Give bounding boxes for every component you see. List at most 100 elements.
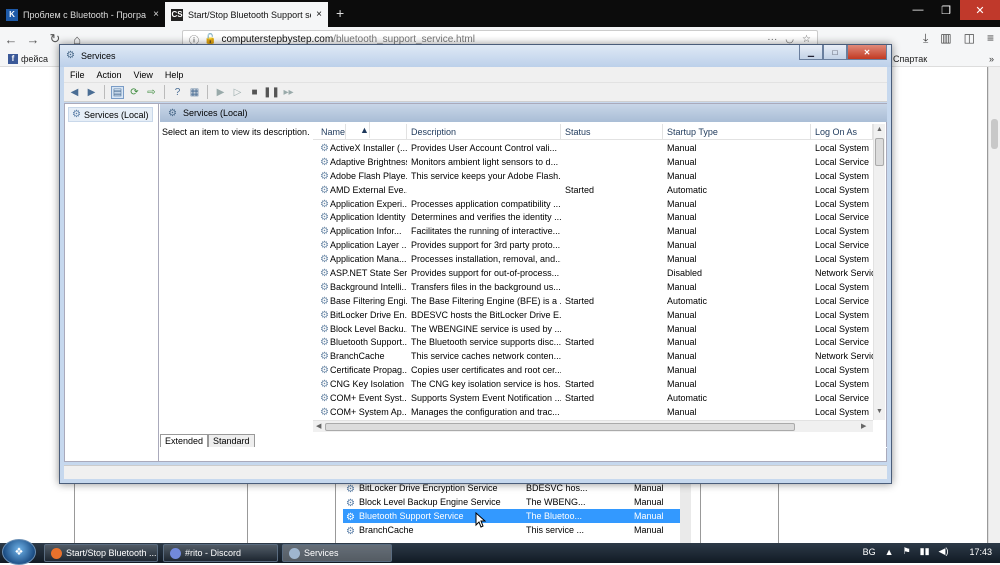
download-icon[interactable]: ⤓ — [923, 31, 928, 46]
show-tree-icon[interactable]: ▤ — [111, 85, 124, 99]
window-title-bar[interactable]: ⚙ Services ▁ □ ✕ — [60, 45, 891, 67]
vertical-scrollbar[interactable]: ▲ ▼ — [873, 124, 885, 420]
language-indicator[interactable]: BG — [863, 547, 876, 557]
scroll-left-icon[interactable]: ◀ — [316, 422, 321, 430]
refresh-icon[interactable]: ⟳ — [128, 86, 141, 99]
column-header-log-on-as[interactable]: Log On As — [811, 124, 873, 140]
service-row[interactable]: ⚙ Application Layer ... Provides support f… — [313, 238, 873, 252]
pause-service-icon[interactable]: ❚❚ — [263, 86, 280, 99]
tree-item-services-local[interactable]: ⚙ Services (Local) — [68, 107, 153, 122]
start-service-icon[interactable]: ▶ — [214, 86, 227, 99]
service-description: Provides support for out-of-process... — [411, 267, 560, 278]
service-startup-type: Manual — [667, 198, 697, 209]
bookmark-item[interactable]: Спартак — [893, 54, 927, 64]
minimize-icon[interactable]: — — [904, 0, 932, 20]
forward-icon[interactable]: → — [22, 32, 44, 47]
service-row[interactable]: ⚙ Background Intelli... Transfers files in… — [313, 280, 873, 294]
browser-tab-1[interactable]: K Проблем с Bluetooth - Програ × — [0, 2, 165, 27]
star-icon[interactable]: ☆ — [802, 34, 811, 45]
close-button[interactable]: ✕ — [847, 45, 887, 60]
service-row[interactable]: ⚙ Application Mana... Processes installati… — [313, 252, 873, 266]
service-row[interactable]: ⚙ Certificate Propag... Copies user certif… — [313, 363, 873, 377]
volume-icon[interactable]: ◀) — [939, 546, 949, 557]
service-row[interactable]: ⚙ COM+ Event Syst... Supports System Event… — [313, 391, 873, 405]
service-row[interactable]: ⚙ Adobe Flash Playe... This service keeps … — [313, 169, 873, 183]
service-row[interactable]: ⚙ BranchCache This service caches network … — [313, 349, 873, 363]
more-icon[interactable]: ··· — [767, 34, 777, 45]
browser-tab-2[interactable]: CS Start/Stop Bluetooth Support se × — [165, 2, 328, 27]
stop-service-icon[interactable]: ■ — [248, 86, 261, 99]
close-icon[interactable]: ✕ — [960, 0, 1000, 20]
service-name: ⚙ Application Infor... — [313, 226, 407, 236]
bookmarks-overflow-button[interactable]: » — [989, 54, 994, 64]
back-arrow-icon[interactable]: ◀ — [68, 86, 81, 99]
menu-file[interactable]: File — [64, 70, 91, 80]
service-row[interactable]: ⚙ Base Filtering Engi... The Base Filterin… — [313, 294, 873, 308]
tab-extended[interactable]: Extended — [160, 434, 209, 447]
service-row[interactable]: ⚙ Adaptive Brightness Monitors ambient lig… — [313, 155, 873, 169]
service-row[interactable]: ⚙ Block Level Backu... The WBENGINE servic… — [313, 322, 873, 336]
service-row[interactable]: ⚙ BitLocker Drive En... BDESVC hosts the B… — [313, 308, 873, 322]
insecure-lock-icon[interactable]: 🔓 — [204, 34, 216, 45]
scrollbar-thumb[interactable] — [875, 138, 884, 166]
back-icon[interactable]: ← — [0, 32, 22, 47]
service-startup-type: Manual — [667, 142, 697, 153]
maximize-icon[interactable]: ❐ — [932, 0, 960, 20]
page-scrollbar[interactable] — [988, 67, 1000, 543]
show-hidden-icons-icon[interactable]: ▲ — [885, 547, 894, 557]
scroll-down-icon[interactable]: ▼ — [876, 408, 883, 415]
close-tab-icon[interactable]: × — [316, 9, 322, 20]
toolbar-separator — [104, 85, 105, 99]
scroll-up-icon[interactable]: ▲ — [876, 126, 883, 133]
service-row[interactable]: ⚙ ASP.NET State Ser... Provides support fo… — [313, 266, 873, 280]
forward-arrow-icon[interactable]: ▶ — [85, 86, 98, 99]
network-icon[interactable]: ▮▮ — [920, 546, 930, 557]
sidebar-icon[interactable]: ◫ — [964, 31, 975, 46]
bookmark-item[interactable]: f фейса — [8, 53, 48, 64]
menu-help[interactable]: Help — [159, 70, 190, 80]
service-row[interactable]: ⚙ AMD External Eve... Started Automatic Loca… — [313, 183, 873, 197]
help-icon[interactable]: ? — [171, 86, 184, 99]
taskbar-item-active[interactable]: Services — [282, 544, 392, 562]
service-row[interactable]: ⚙ CNG Key Isolation The CNG key isolation … — [313, 377, 873, 391]
service-log-on-as: Local Service — [815, 295, 870, 306]
menu-action[interactable]: Action — [91, 70, 128, 80]
start-button[interactable]: ❖ — [2, 539, 36, 565]
restart-service-icon[interactable]: ▸▸ — [282, 86, 295, 99]
menu-view[interactable]: View — [128, 70, 159, 80]
scrollbar-thumb[interactable] — [991, 119, 998, 149]
service-row[interactable]: ⚙ Application Identity Determines and veri… — [313, 210, 873, 224]
taskbar-item[interactable]: Start/Stop Bluetooth ... — [44, 544, 158, 562]
service-name: ⚙ Certificate Propag... — [313, 365, 407, 375]
scroll-right-icon[interactable]: ▶ — [861, 422, 866, 430]
clock[interactable]: 17:43 — [969, 547, 992, 557]
service-row[interactable]: ⚙ Application Experi... Processes applicat… — [313, 197, 873, 211]
column-header-name[interactable]: ▲ Name — [313, 122, 407, 140]
maximize-button[interactable]: □ — [823, 45, 847, 60]
properties-icon[interactable]: ▦ — [188, 86, 201, 99]
pocket-icon[interactable]: ◡ — [785, 34, 794, 45]
service-row[interactable]: ⚙ Bluetooth Support... The Bluetooth servi… — [313, 335, 873, 349]
taskbar-item[interactable]: #rito - Discord — [163, 544, 278, 562]
scrollbar-thumb[interactable] — [325, 423, 795, 431]
library-icon[interactable]: ▥ — [940, 31, 951, 46]
flag-icon[interactable]: ⚑ — [903, 546, 911, 557]
export-icon[interactable]: ⇨ — [145, 86, 158, 99]
service-row[interactable]: ⚙ Application Infor... Facilitates the run… — [313, 224, 873, 238]
service-description: Facilitates the running of interactive..… — [411, 226, 561, 237]
service-row[interactable]: ⚙ COM+ System Ap... Manages the configurat… — [313, 405, 873, 419]
service-row[interactable]: ⚙ ActiveX Installer (... Provides User Acc… — [313, 141, 873, 155]
gear-icon: ⚙ — [72, 109, 81, 120]
menu-icon[interactable]: ≡ — [987, 31, 994, 46]
close-tab-icon[interactable]: × — [153, 9, 159, 20]
service-description: Determines and verifies the identity ... — [411, 212, 561, 223]
start-service-alt-icon[interactable]: ▷ — [231, 86, 244, 99]
service-log-on-as: Local System — [815, 406, 870, 417]
new-tab-button[interactable]: + — [336, 5, 344, 21]
column-header-description[interactable]: Description — [407, 124, 561, 140]
column-header-status[interactable]: Status — [561, 124, 663, 140]
tab-standard[interactable]: Standard — [208, 434, 255, 447]
horizontal-scrollbar[interactable]: ◀ ▶ — [313, 420, 873, 432]
column-header-startup-type[interactable]: Startup Type — [663, 124, 811, 140]
minimize-button[interactable]: ▁ — [799, 45, 823, 60]
